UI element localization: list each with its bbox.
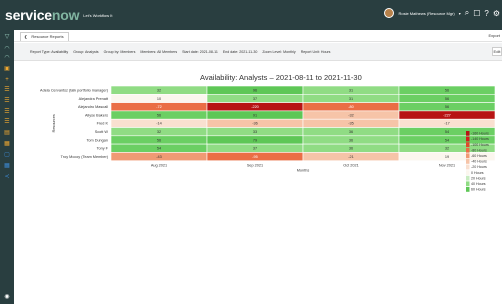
x-tick-label: Oct 2021	[343, 164, 358, 168]
legend-label: -60 Hours	[471, 154, 487, 158]
legend-label: -140 Hours	[471, 137, 489, 141]
cell-value: -220	[251, 105, 259, 109]
legend-swatch	[466, 147, 470, 153]
cell-value: 79	[253, 138, 257, 142]
cell-value: -72	[156, 105, 162, 109]
cell-value: 36	[349, 147, 353, 151]
legend-swatch	[466, 164, 470, 170]
legend-swatch	[466, 136, 470, 142]
cell-value: 54	[445, 130, 449, 134]
x-tick-label: Aug 2021	[151, 164, 167, 168]
cell-value: 36	[349, 130, 353, 134]
row-label: Alejandro Mascall	[78, 105, 108, 109]
legend-label: -20 Hours	[471, 165, 487, 169]
cell-value: 19	[445, 155, 449, 159]
cell-value: -32	[348, 113, 354, 117]
cell-value: 31	[349, 88, 353, 92]
row-label: Adela Cervantsz (talk portfolio manager)	[40, 88, 109, 92]
x-tick-label: Nov 2021	[439, 164, 455, 168]
row-label: Allyse Bakers	[85, 113, 108, 117]
cell-value: 33	[253, 130, 257, 134]
cell-value: 32	[445, 147, 449, 151]
x-tick-label: Sep 2021	[247, 164, 263, 168]
legend-label: 0 Hours	[471, 171, 484, 175]
cell-value: 31	[349, 97, 353, 101]
legend-swatch	[466, 175, 470, 181]
legend-swatch	[466, 131, 470, 136]
cell-value: 96	[253, 88, 257, 92]
cell-value: -14	[156, 122, 162, 126]
cell-value: -43	[156, 155, 162, 159]
legend-swatch	[466, 187, 470, 192]
legend-label: 40 Hours	[471, 182, 486, 186]
cell-value: 56	[445, 105, 449, 109]
cell-value: 56	[157, 113, 161, 117]
legend-label: -160 Hours	[471, 132, 489, 136]
legend-swatch	[466, 153, 470, 159]
legend-label: -80 Hours	[471, 148, 487, 152]
cell-value: -17	[444, 122, 450, 126]
cell-value: 56	[445, 97, 449, 101]
cell-value: 37	[253, 97, 257, 101]
legend-swatch	[466, 142, 470, 147]
cell-value: 36	[349, 138, 353, 142]
cell-value: -35	[348, 122, 354, 126]
x-axis-label: Months	[297, 169, 310, 173]
legend-label: 20 Hours	[471, 176, 486, 180]
row-label: Troy Mccoy (Team Member)	[61, 155, 109, 159]
row-label: Tony F	[97, 147, 109, 151]
cell-value: 10	[157, 97, 161, 101]
legend-label: -40 Hours	[471, 160, 487, 164]
cell-value: 32	[157, 130, 161, 134]
cell-value: 54	[445, 138, 449, 142]
availability-heatmap: Adela Cervantsz (talk portfolio manager)…	[40, 85, 496, 192]
cell-value: -227	[443, 113, 451, 117]
cell-value: 32	[157, 88, 161, 92]
legend-label: -100 Hours	[471, 143, 489, 147]
legend-swatch	[466, 181, 470, 187]
cell-value: -95	[252, 155, 258, 159]
cell-value: 37	[253, 147, 257, 151]
row-label: Tom Dungan	[86, 138, 108, 142]
cell-value: 54	[157, 147, 161, 151]
legend-swatch	[466, 159, 470, 164]
cell-value: -80	[348, 105, 354, 109]
row-label: Fred K	[97, 122, 109, 126]
row-label: Scott W	[95, 130, 109, 134]
legend-label: 60 Hours	[471, 188, 486, 192]
cell-value: 56	[157, 138, 161, 142]
cell-value: -36	[252, 122, 258, 126]
cell-value: -21	[348, 155, 354, 159]
row-label: Alejandra Prenatt	[79, 97, 109, 101]
cell-value: 91	[253, 113, 257, 117]
y-axis-label: Resources	[52, 114, 56, 132]
legend-swatch	[466, 170, 470, 175]
cell-value: 56	[445, 88, 449, 92]
